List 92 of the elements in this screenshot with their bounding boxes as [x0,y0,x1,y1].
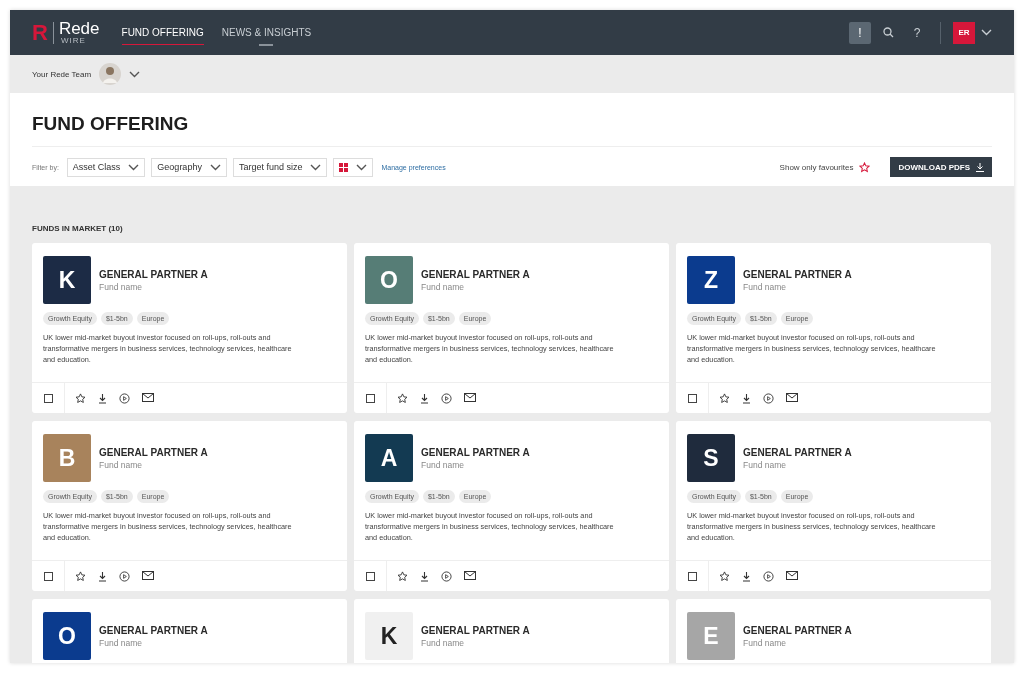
chevron-down-icon [310,163,322,171]
star-icon[interactable] [859,161,871,173]
page-title: FUND OFFERING [32,113,992,147]
download-icon[interactable] [420,392,429,404]
select-checkbox[interactable] [687,571,697,581]
fund-logo: K [365,612,413,660]
fund-name: Fund name [421,459,465,470]
partner-name: GENERAL PARTNER A [743,624,852,636]
star-icon[interactable] [719,392,730,404]
star-icon[interactable] [75,570,86,582]
mail-icon[interactable] [142,392,154,402]
star-icon[interactable] [719,570,730,582]
partner-name: GENERAL PARTNER A [421,446,530,458]
filter-dropdown[interactable]: Asset Class [66,157,146,177]
select-checkbox[interactable] [43,393,53,403]
fund-card[interactable] [354,421,669,591]
play-icon[interactable] [763,392,774,404]
fund-logo: B [43,434,91,482]
fund-logo: K [43,256,91,304]
alert-button[interactable]: ! [849,21,871,44]
nav-tab[interactable]: FUND OFFERING [121,20,204,45]
mail-icon[interactable] [142,570,154,580]
partner-name: GENERAL PARTNER A [743,446,852,458]
play-icon[interactable] [763,570,774,582]
select-checkbox[interactable] [365,571,375,581]
fund-card[interactable] [676,421,991,591]
fund-name: Fund name [421,637,465,648]
play-icon[interactable] [119,570,130,582]
fund-logo: A [365,434,413,482]
download-icon[interactable] [742,570,751,582]
fund-card[interactable] [676,243,991,413]
view-dropdown[interactable] [333,157,374,177]
filter-dropdown[interactable]: Geography [151,157,227,177]
fund-name: Fund name [421,281,465,292]
chevron-down-icon [356,163,368,171]
star-icon[interactable] [397,392,408,404]
mail-icon[interactable] [464,392,476,402]
fund-logo: O [365,256,413,304]
nav-tab[interactable]: NEWS & INSIGHTS [221,20,312,45]
mail-icon[interactable] [464,570,476,580]
download-icon[interactable] [742,392,751,404]
play-icon[interactable] [441,392,452,404]
partner-name: GENERAL PARTNER A [421,624,530,636]
partner-name: GENERAL PARTNER A [99,446,208,458]
logo-subtitle: WIRE [60,37,87,45]
partner-name: GENERAL PARTNER A [99,268,208,280]
partner-name: GENERAL PARTNER A [421,268,530,280]
chevron-down-icon [128,163,140,171]
team-avatar[interactable] [99,63,122,85]
filter-dropdown[interactable]: Target fund size [232,157,328,177]
star-icon[interactable] [397,570,408,582]
fund-card[interactable]: K GENERAL PARTNER A Fund name [354,599,669,663]
logo-name: Rede [58,20,100,37]
star-icon[interactable] [75,392,86,404]
logo-mark: R [32,21,54,44]
download-icon[interactable] [98,570,107,582]
select-checkbox[interactable] [43,571,53,581]
team-chevron-icon [129,70,141,78]
section-title: FUNDS IN MARKET (10) [32,224,124,233]
mail-icon[interactable] [786,392,798,402]
mail-icon[interactable] [786,570,798,580]
fund-card[interactable] [32,243,347,413]
download-pdfs-button[interactable]: DOWNLOAD PDFS [890,157,992,177]
account-menu-chevron-icon [981,29,992,36]
search-icon[interactable] [883,27,894,38]
fund-logo: E [687,612,735,660]
fund-name: Fund name [743,637,787,648]
partner-name: GENERAL PARTNER A [99,624,208,636]
fund-name: Fund name [99,637,143,648]
download-icon [976,162,984,172]
play-icon[interactable] [441,570,452,582]
partner-name: GENERAL PARTNER A [743,268,852,280]
fund-name: Fund name [99,281,143,292]
team-label: Your Rede Team [32,69,92,79]
fund-logo: S [687,434,735,482]
fund-name: Fund name [743,281,787,292]
fund-name: Fund name [99,459,143,470]
download-icon[interactable] [420,570,429,582]
fund-name: Fund name [743,459,787,470]
select-checkbox[interactable] [687,393,697,403]
user-avatar[interactable]: ER [953,21,975,44]
fund-card[interactable]: E GENERAL PARTNER A Fund name [676,599,991,663]
favourites-label: Show only favourites [779,162,854,172]
select-checkbox[interactable] [365,393,375,403]
fund-logo: O [43,612,91,660]
fund-card[interactable]: O GENERAL PARTNER A Fund name [32,599,347,663]
download-icon[interactable] [98,392,107,404]
play-icon[interactable] [119,392,130,404]
grid-icon [339,162,349,172]
fund-logo: Z [687,256,735,304]
help-button[interactable]: ? [906,21,928,44]
chevron-down-icon [209,163,221,171]
